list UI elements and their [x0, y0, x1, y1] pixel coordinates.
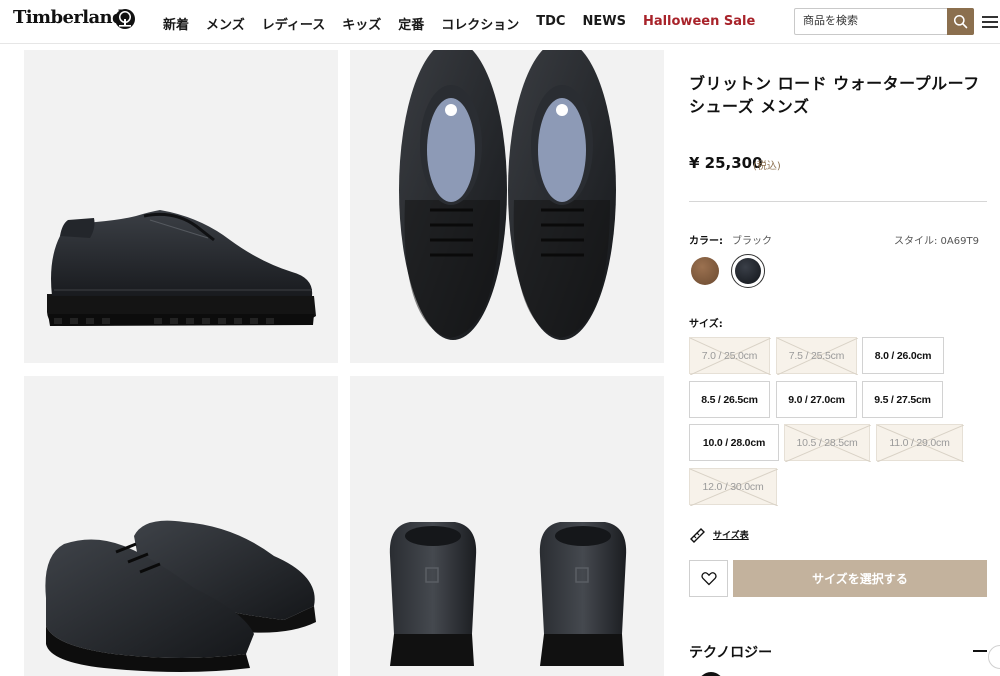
nav-new[interactable]: 新着: [163, 14, 189, 33]
product-image-back[interactable]: [350, 376, 664, 676]
size-chart-label[interactable]: サイズ表: [713, 528, 749, 541]
product-image-angle[interactable]: [24, 376, 338, 676]
nav-news[interactable]: NEWS: [582, 14, 625, 33]
nav-collection[interactable]: コレクション: [441, 14, 519, 33]
size-option[interactable]: 8.0 / 26.0cm: [862, 337, 944, 374]
search-icon: [953, 14, 968, 29]
heart-icon: [700, 572, 717, 586]
size-option[interactable]: 7.5 / 25.5cm: [776, 337, 858, 375]
wishlist-button[interactable]: [689, 560, 728, 597]
technology-heading[interactable]: テクノロジー: [689, 642, 772, 662]
nav-classics[interactable]: 定番: [398, 14, 424, 33]
size-option[interactable]: 12.0 / 30.0cm: [689, 468, 778, 506]
color-label: カラー:: [689, 236, 723, 247]
shoe-top-image: [399, 50, 616, 340]
brand-logo[interactable]: Timberland: [13, 7, 125, 28]
divider: [689, 201, 987, 202]
size-option[interactable]: 9.0 / 27.0cm: [776, 381, 857, 418]
tree-logo-icon[interactable]: [114, 8, 136, 30]
collapse-icon[interactable]: [973, 650, 987, 652]
search-button[interactable]: [947, 8, 974, 35]
tax-note: (税込): [753, 161, 781, 172]
shoe-angle-image: [45, 520, 316, 672]
nav-kids[interactable]: キッズ: [342, 14, 381, 33]
main-nav: 新着 メンズ レディース キッズ 定番 コレクション TDC NEWS Hall…: [163, 14, 772, 33]
shoe-side-image: [47, 210, 316, 326]
nav-mens[interactable]: メンズ: [206, 14, 245, 33]
size-option[interactable]: 8.5 / 26.5cm: [689, 381, 770, 418]
product-image-top[interactable]: [350, 50, 664, 363]
nav-tdc[interactable]: TDC: [536, 14, 565, 33]
product-info-panel: ブリットン ロード ウォータープルーフ シューズ メンズ ¥ 25,300 (税…: [676, 50, 1000, 676]
size-label: サイズ:: [689, 319, 723, 330]
product-title: ブリットン ロード ウォータープルーフ シューズ メンズ: [689, 74, 980, 116]
search-input[interactable]: [803, 14, 943, 27]
size-option[interactable]: 10.5 / 28.5cm: [784, 424, 871, 462]
product-price: ¥ 25,300: [689, 154, 763, 172]
shoe-back-image: [389, 522, 627, 666]
size-option[interactable]: 9.5 / 27.5cm: [862, 381, 943, 418]
menu-icon[interactable]: [982, 15, 998, 29]
site-header: Timberland 新着 メンズ レディース キッズ 定番 コレクション TD…: [0, 0, 1000, 44]
size-chart-link[interactable]: サイズ表: [689, 526, 749, 543]
nav-womens[interactable]: レディース: [262, 14, 325, 33]
nav-halloween-sale[interactable]: Halloween Sale: [643, 14, 755, 33]
color-swatch-brown[interactable]: [688, 254, 722, 288]
size-option[interactable]: 11.0 / 29.0cm: [876, 424, 964, 462]
size-option[interactable]: 7.0 / 25.0cm: [689, 337, 771, 375]
technology-icon: [698, 672, 724, 676]
style-number: スタイル: 0A69T9: [894, 236, 979, 247]
product-image-side[interactable]: [24, 50, 338, 363]
ruler-icon: [690, 528, 705, 543]
size-option[interactable]: 10.0 / 28.0cm: [689, 424, 779, 461]
color-swatch-black[interactable]: [731, 254, 765, 288]
select-size-button[interactable]: サイズを選択する: [733, 560, 987, 597]
search-box: [794, 8, 974, 35]
color-value: ブラック: [732, 236, 772, 247]
